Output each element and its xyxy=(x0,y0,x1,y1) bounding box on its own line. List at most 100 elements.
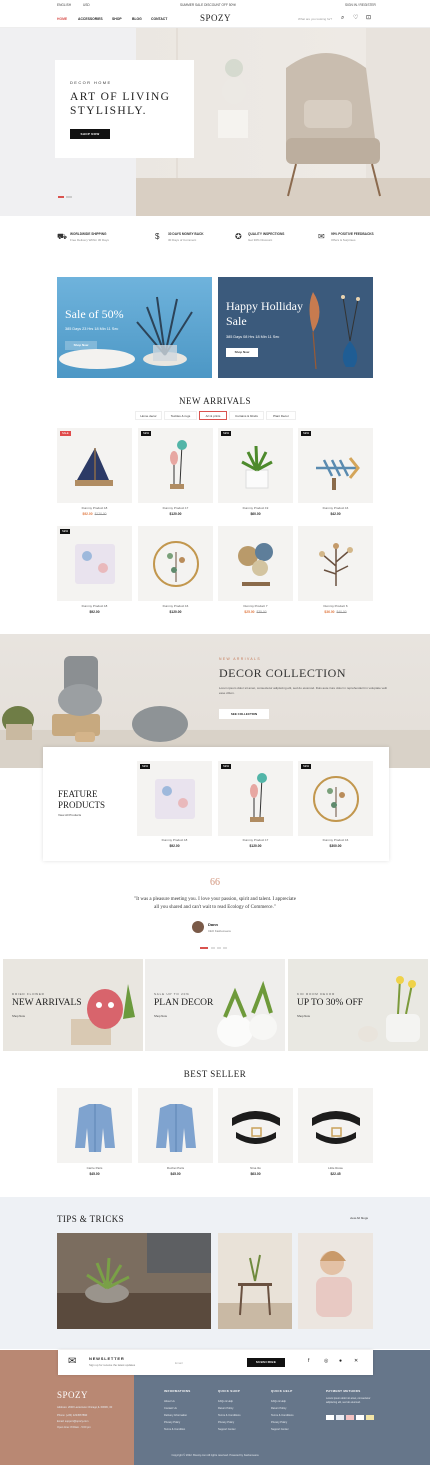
feature-product-card[interactable]: NEW xyxy=(298,761,373,836)
blog-image-table[interactable] xyxy=(218,1233,292,1329)
footer-link[interactable]: FAQs & Help xyxy=(218,1399,233,1404)
instagram-icon[interactable]: ◎ xyxy=(324,1358,328,1364)
feature-quality: ✪ QUALITY INSPECTIONS Get 30% Discount xyxy=(235,232,320,246)
currency-select[interactable]: USD xyxy=(83,3,90,7)
product-name[interactable]: Little Rosie xyxy=(298,1166,373,1170)
feature-text: 30 Days of Comment xyxy=(168,238,197,242)
feature-product-card[interactable]: NEW xyxy=(218,761,293,836)
view-all-blogs-link[interactable]: view All blogs xyxy=(350,1216,368,1220)
facebook-icon[interactable]: f xyxy=(308,1358,309,1364)
promo-tile-new-arrivals[interactable]: DRIED FLOWER NEW ARRIVALS Shop Now xyxy=(3,959,143,1051)
account-link[interactable]: SIGN IN / REGISTER xyxy=(345,3,376,7)
best-seller-card[interactable] xyxy=(218,1088,293,1163)
product-card[interactable] xyxy=(138,526,213,601)
product-name[interactable]: Dummy Product 6 xyxy=(298,604,373,608)
twitter-icon[interactable]: ✕ xyxy=(354,1358,358,1364)
product-card[interactable]: NEW xyxy=(57,526,132,601)
github-icon[interactable]: ● xyxy=(339,1358,342,1364)
product-name[interactable]: Dummy Product 18 xyxy=(57,506,132,510)
tab-textiles[interactable]: Textiles & rugs xyxy=(164,411,197,420)
product-name[interactable]: Dummy Product 17 xyxy=(218,838,293,842)
view-all-products-link[interactable]: View All Products xyxy=(58,813,81,817)
footer-link[interactable]: Support Center xyxy=(271,1427,289,1432)
tab-art-prints[interactable]: Art & prints xyxy=(199,411,227,420)
footer-link[interactable]: Privacy Policy xyxy=(271,1420,287,1425)
product-name[interactable]: Dummy Product 17 xyxy=(138,506,213,510)
footer-link[interactable]: Privacy Policy xyxy=(164,1420,180,1425)
dot[interactable] xyxy=(211,947,215,949)
site-logo[interactable]: SPOZY xyxy=(200,13,231,23)
feature-product-card[interactable]: NEW xyxy=(137,761,212,836)
promo-tile-kid-room[interactable]: KID ROOM DECOR UP TO 30% OFF Shop Now xyxy=(288,959,428,1051)
dot-active[interactable] xyxy=(200,947,208,949)
banner-shop-button[interactable]: Shop Now xyxy=(226,348,258,357)
footer-link[interactable]: Contact Us xyxy=(164,1406,177,1411)
nav-contact[interactable]: CONTACT xyxy=(151,17,167,21)
footer-link[interactable]: Terms & Condition xyxy=(164,1427,185,1432)
tab-home-decor[interactable]: Home decor xyxy=(135,411,162,420)
dot[interactable] xyxy=(223,947,227,949)
product-price: $22.45 xyxy=(330,1172,341,1176)
product-name[interactable]: Dummy Product 18 xyxy=(57,604,132,608)
product-current-price: $36.00 xyxy=(324,610,335,614)
tab-plant-decor[interactable]: Plant Decor xyxy=(266,411,296,420)
footer-link[interactable]: Terms & Conditions xyxy=(271,1413,294,1418)
nav-home[interactable]: HOME xyxy=(57,17,67,21)
hero-shop-button[interactable]: SHOP NOW xyxy=(70,129,110,139)
product-name[interactable]: Dummy Product 19 xyxy=(218,506,293,510)
best-seller-card[interactable] xyxy=(57,1088,132,1163)
product-name[interactable]: Dummy Product 16 xyxy=(298,506,373,510)
language-select[interactable]: ENGLISH xyxy=(57,3,71,7)
banner-sale-50[interactable]: Sale of 50% 385 Days 23 Hrs 18 Min 11 Se… xyxy=(57,277,212,378)
footer-link[interactable]: Support Center xyxy=(218,1427,236,1432)
dot[interactable] xyxy=(217,947,221,949)
slider-dot[interactable] xyxy=(66,196,72,198)
footer-link[interactable]: Privacy Policy xyxy=(218,1420,234,1425)
slider-dot-active[interactable] xyxy=(58,196,64,198)
footer-link[interactable]: Terms & Conditions xyxy=(218,1413,241,1418)
product-card[interactable]: SALE xyxy=(57,428,132,503)
tile-link[interactable]: Shop Now xyxy=(297,1014,310,1018)
newsletter-email-input[interactable]: Email xyxy=(173,1358,245,1367)
decor-title: DECOR COLLECTION xyxy=(219,666,346,680)
nav-blog[interactable]: BLOG xyxy=(132,17,142,21)
nav-accessories[interactable]: ACCESSORIES xyxy=(78,17,103,21)
product-name[interactable]: Dummy Product 7 xyxy=(218,604,293,608)
heart-icon[interactable]: ♡ xyxy=(353,15,358,21)
see-collection-button[interactable]: SEE COLLECTION xyxy=(219,709,269,719)
footer-email[interactable]: Email: support@spozy.com xyxy=(57,1419,88,1424)
footer-link[interactable]: Delivery Information xyxy=(164,1413,187,1418)
footer-link[interactable]: Return Policy xyxy=(218,1406,233,1411)
product-name[interactable]: Rochet Paris xyxy=(138,1166,213,1170)
best-seller-card[interactable] xyxy=(138,1088,213,1163)
product-name[interactable]: Dummy Product 16 xyxy=(298,838,373,842)
product-image xyxy=(75,544,115,584)
footer-link[interactable]: Return Policy xyxy=(271,1406,286,1411)
product-old-price: $40.00 xyxy=(336,610,347,614)
banner-shop-button[interactable]: Shop Now xyxy=(65,341,97,350)
subscribe-button[interactable]: SUBSCRIBE xyxy=(247,1358,285,1367)
product-card[interactable]: NEW xyxy=(298,428,373,503)
nav-shop[interactable]: SHOP xyxy=(112,17,122,21)
product-card[interactable] xyxy=(218,526,293,601)
blog-image-woman[interactable] xyxy=(298,1233,373,1329)
tile-link[interactable]: Shop Now xyxy=(12,1014,25,1018)
tile-link[interactable]: Shop Now xyxy=(154,1014,167,1018)
cart-icon[interactable]: ⊡ xyxy=(366,15,371,21)
footer-link[interactable]: FAQs & Help xyxy=(271,1399,286,1404)
product-name[interactable]: Carrie Paris xyxy=(57,1166,132,1170)
thumb-icon: ✉ xyxy=(318,232,325,241)
product-name[interactable]: Nina Ilio xyxy=(218,1166,293,1170)
footer-link[interactable]: About Us xyxy=(164,1399,175,1404)
tab-curtains[interactable]: Curtains & blinds xyxy=(229,411,264,420)
product-name[interactable]: Dummy Product 18 xyxy=(137,838,212,842)
search-icon[interactable]: ⌕ xyxy=(341,15,344,21)
product-name[interactable]: Dummy Product 16 xyxy=(138,604,213,608)
product-card[interactable] xyxy=(298,526,373,601)
banner-holiday-sale[interactable]: Happy Holliday Sale 385 Days 08 Hrs 18 Mi… xyxy=(218,277,373,378)
product-card[interactable]: NEW xyxy=(138,428,213,503)
product-card[interactable]: NEW xyxy=(218,428,293,503)
promo-tile-plan-decor[interactable]: SALE UP TO 20% PLAN DECOR Shop Now xyxy=(145,959,285,1051)
best-seller-card[interactable] xyxy=(298,1088,373,1163)
blog-image-plant[interactable] xyxy=(57,1233,211,1329)
